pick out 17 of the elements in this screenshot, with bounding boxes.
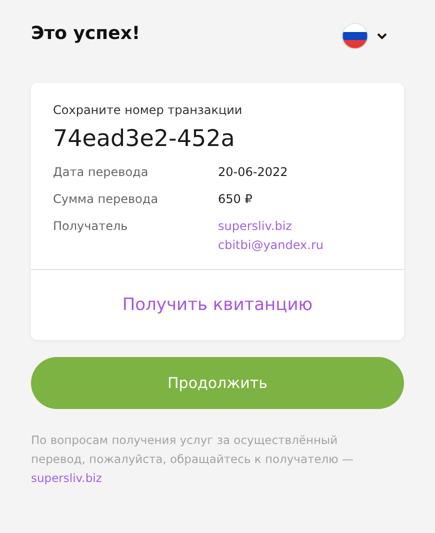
transaction-id: 74ead3e2-452a	[53, 126, 236, 152]
footer-note: По вопросам получения услуг за осуществлённый перевод, пожалуйста, обращайтесь к получателю — supersliv.biz	[31, 432, 354, 487]
language-selector[interactable]	[342, 23, 388, 49]
caption: Сохраните номер транзакции	[53, 103, 244, 117]
field-label: Получатель	[53, 219, 129, 235]
recipient-link[interactable]: supersliv.biz	[218, 219, 324, 233]
page-title: Это успех!	[31, 22, 140, 44]
recipient-link[interactable]: supersliv.biz	[31, 471, 102, 485]
field-label: Сумма перевода	[53, 192, 160, 206]
field-value: 650 ₽	[218, 192, 252, 206]
receipt-button[interactable]: Получить квитанцию	[31, 270, 404, 340]
field-label: Дата перевода	[53, 165, 150, 179]
recipient-link[interactable]: cbitbi@yandex.ru	[218, 238, 324, 252]
flag-icon	[342, 23, 368, 49]
continue-button[interactable]: Продолжить	[31, 357, 404, 409]
field-value: 20-06-2022	[218, 165, 288, 179]
chevron-down-icon	[376, 32, 388, 40]
